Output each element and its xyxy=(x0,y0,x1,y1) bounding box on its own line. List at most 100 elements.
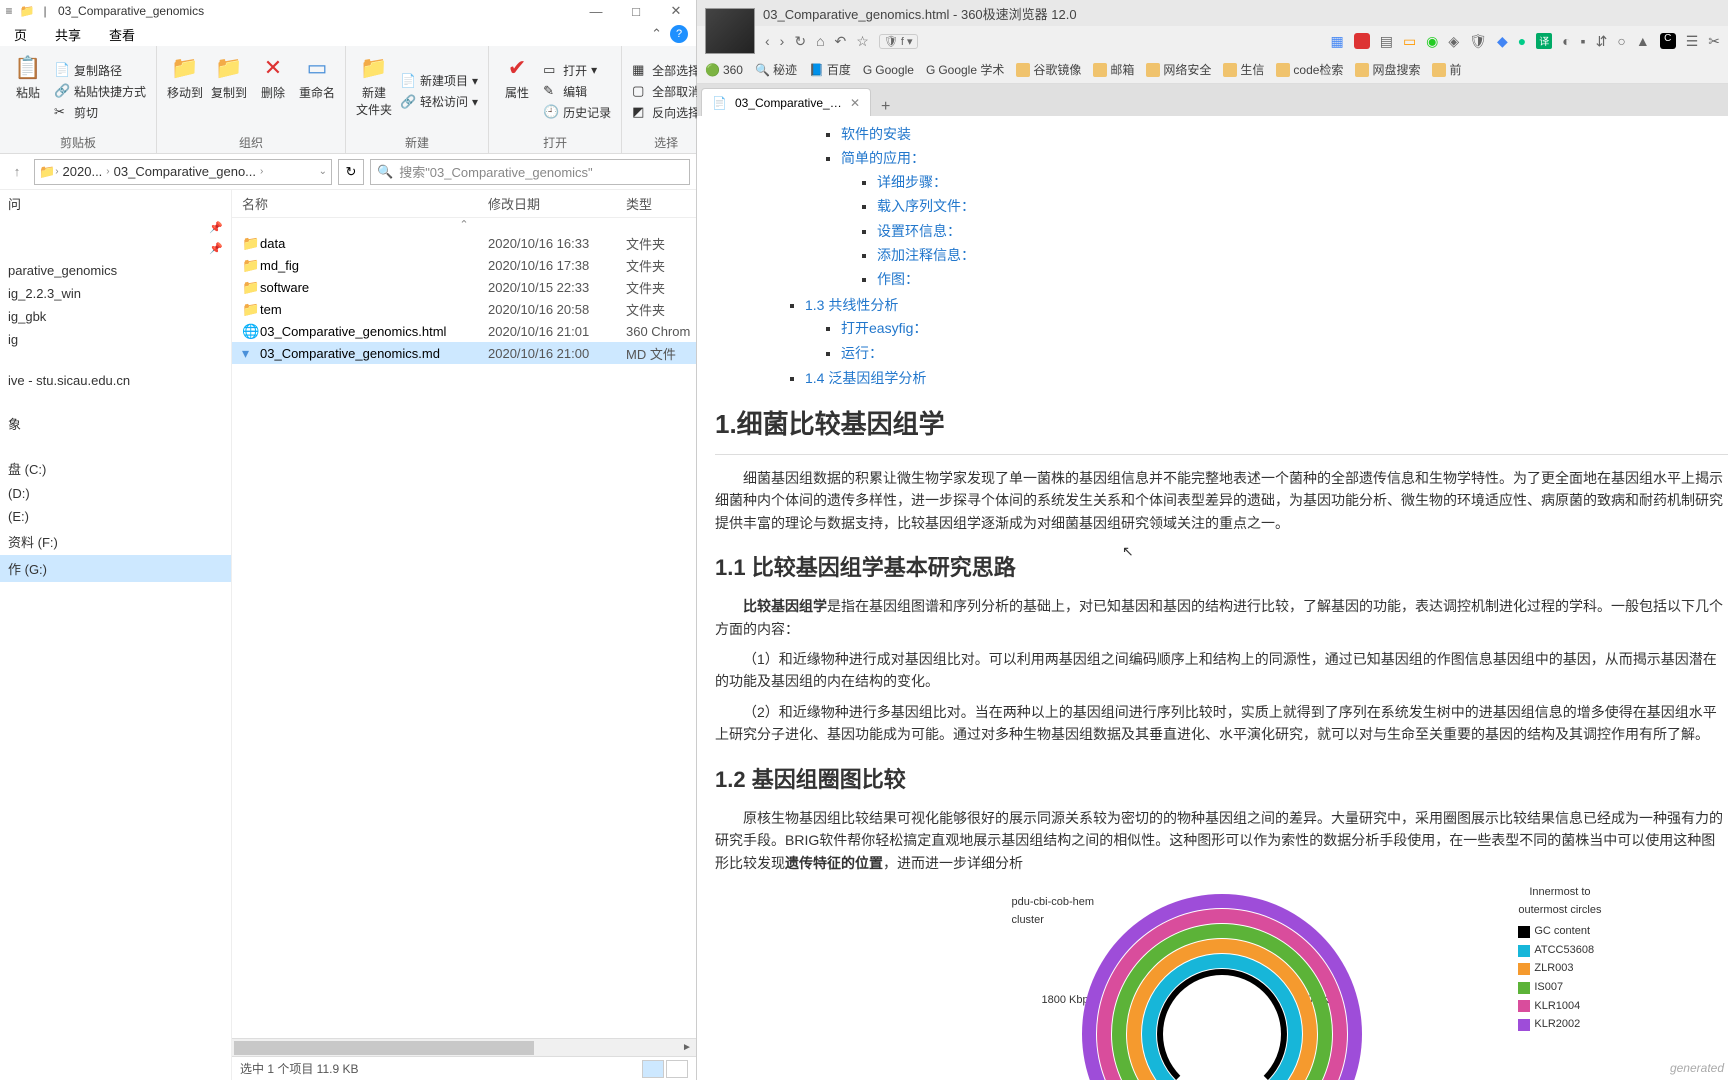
ext-icon[interactable]: ● xyxy=(1518,33,1526,49)
reload-icon[interactable]: ↻ xyxy=(794,33,806,50)
sidebar-item[interactable]: 📌 xyxy=(0,217,231,238)
dropdown-icon[interactable]: ⌄ xyxy=(319,166,327,177)
star-icon[interactable]: ☆ xyxy=(856,33,869,50)
new-item-button[interactable]: 📄新建项目 ▾ xyxy=(400,72,478,89)
toc-link[interactable]: 添加注释信息： xyxy=(877,247,975,263)
invert-select-button[interactable]: ◩反向选择 xyxy=(632,104,700,121)
ext-icon[interactable]: 译 xyxy=(1536,33,1552,49)
toc-link[interactable]: 运行： xyxy=(841,345,883,361)
bookmark-item[interactable]: 邮箱 xyxy=(1093,61,1134,78)
file-row[interactable]: 📁software2020/10/15 22:33文件夹 xyxy=(232,276,696,298)
bookmark-item[interactable]: 前 xyxy=(1432,61,1461,78)
toc-link[interactable]: 打开easyfig： xyxy=(841,320,927,336)
sidebar-item[interactable]: 作 (G:) xyxy=(0,555,231,582)
ext-icon[interactable]: ✂ xyxy=(1708,33,1720,50)
bookmark-item[interactable]: 🔍秘迹 xyxy=(755,61,797,78)
nav-back-icon[interactable]: ‹ xyxy=(765,33,770,49)
ext-icon[interactable]: ◈ xyxy=(1448,33,1459,50)
properties-button[interactable]: ✔属性 xyxy=(495,50,539,132)
ext-icon[interactable]: ☰ xyxy=(1686,33,1699,50)
ext-icon[interactable] xyxy=(1354,33,1370,49)
file-row[interactable]: 📁data2020/10/16 16:33文件夹 xyxy=(232,232,696,254)
sidebar-item[interactable]: (D:) xyxy=(0,482,231,505)
toc-link[interactable]: 详细步骤： xyxy=(877,174,947,190)
minimize-button[interactable]: — xyxy=(576,4,616,19)
sidebar-item[interactable]: ive - stu.sicau.edu.cn xyxy=(0,369,231,392)
sidebar-item[interactable]: (E:) xyxy=(0,505,231,528)
ext-icon[interactable]: ▦ xyxy=(1330,33,1343,50)
sidebar-item[interactable]: 问 xyxy=(0,190,231,217)
bookmark-item[interactable]: 📘百度 xyxy=(809,61,851,78)
avatar[interactable] xyxy=(705,8,755,54)
address-bar[interactable]: 📁 › 2020... › 03_Comparative_geno... › ⌄ xyxy=(34,159,332,185)
search-input[interactable]: 🔍 搜索"03_Comparative_genomics" xyxy=(370,159,690,185)
refresh-button[interactable]: ↻ xyxy=(338,159,364,185)
bookmark-item[interactable]: 网盘搜索 xyxy=(1355,61,1420,78)
scroll-thumb[interactable] xyxy=(234,1041,534,1055)
ext-icon[interactable]: ◆ xyxy=(1497,33,1508,50)
sidebar-item[interactable]: ig_2.2.3_win xyxy=(0,282,231,305)
help-icon[interactable]: ? xyxy=(670,25,688,43)
ext-icon[interactable]: 🛡 xyxy=(1469,33,1487,50)
toc-link[interactable]: 设置环信息： xyxy=(877,223,961,239)
ext-icon[interactable]: ◐ xyxy=(1562,33,1570,49)
sidebar-item[interactable]: 象 xyxy=(0,410,231,437)
ext-icon[interactable]: ○ xyxy=(1617,33,1625,49)
copyto-button[interactable]: 📁复制到 xyxy=(207,50,251,132)
new-tab-button[interactable]: + xyxy=(871,98,900,116)
bookmark-item[interactable]: 网络安全 xyxy=(1146,61,1211,78)
sidebar-item[interactable]: 📌 xyxy=(0,238,231,259)
ext-icon[interactable]: ◉ xyxy=(1426,33,1438,50)
close-tab-icon[interactable]: ✕ xyxy=(850,96,860,110)
ext-icon[interactable]: ⇵ xyxy=(1596,33,1608,50)
file-row[interactable]: ▾03_Comparative_genomics.md2020/10/16 21… xyxy=(232,342,696,364)
file-row[interactable]: 🌐03_Comparative_genomics.html2020/10/16 … xyxy=(232,320,696,342)
sidebar-item[interactable]: parative_genomics xyxy=(0,259,231,282)
ext-icon[interactable]: C xyxy=(1660,33,1676,49)
close-button[interactable]: ✕ xyxy=(656,3,696,19)
bookmark-item[interactable]: code检索 xyxy=(1276,61,1343,78)
tab-view[interactable]: 查看 xyxy=(95,25,149,44)
undo-icon[interactable]: ↶ xyxy=(835,33,847,50)
edit-button[interactable]: ✎编辑 xyxy=(543,83,611,100)
toc-link[interactable]: 简单的应用： xyxy=(841,150,925,166)
paste-button[interactable]: 📋粘贴 xyxy=(6,50,50,132)
easy-access-button[interactable]: 🔗轻松访问 ▾ xyxy=(400,93,478,110)
sidebar-item[interactable]: 资料 (F:) xyxy=(0,528,231,555)
toc-link[interactable]: 软件的安装 xyxy=(841,126,911,142)
copy-path-button[interactable]: 📄复制路径 xyxy=(54,62,146,79)
select-all-button[interactable]: ▦全部选择 xyxy=(632,62,700,79)
paste-shortcut-button[interactable]: 🔗粘贴快捷方式 xyxy=(54,83,146,100)
history-button[interactable]: 🕘历史记录 xyxy=(543,104,611,121)
toc-link[interactable]: 作图： xyxy=(877,271,919,287)
tab-share[interactable]: 共享 xyxy=(41,25,95,44)
moveto-button[interactable]: 📁移动到 xyxy=(163,50,207,132)
collapse-ribbon-icon[interactable]: ⌃ xyxy=(643,26,670,42)
home-icon[interactable]: ⌂ xyxy=(816,33,824,49)
tab-home[interactable]: 页 xyxy=(0,25,41,44)
nav-up-icon[interactable]: ↑ xyxy=(6,161,28,183)
select-none-button[interactable]: ▢全部取消 xyxy=(632,83,700,100)
horizontal-scrollbar[interactable]: ◄ ► xyxy=(232,1038,696,1056)
scroll-right-icon[interactable]: ► xyxy=(678,1039,696,1057)
bookmark-item[interactable]: GGoogle xyxy=(863,63,914,77)
rename-button[interactable]: ▭重命名 xyxy=(295,50,339,132)
ext-icon[interactable]: ▪ xyxy=(1581,33,1586,49)
ext-icon[interactable]: ▤ xyxy=(1380,33,1393,50)
view-details-button[interactable] xyxy=(642,1060,664,1078)
col-name[interactable]: 名称 xyxy=(242,194,488,213)
shield-icon[interactable]: 🛡 f ▾ xyxy=(879,34,918,49)
sidebar-item[interactable]: ig_gbk xyxy=(0,305,231,328)
cut-button[interactable]: ✂剪切 xyxy=(54,104,146,121)
toc-link[interactable]: 载入序列文件： xyxy=(877,198,975,214)
file-row[interactable]: 📁md_fig2020/10/16 17:38文件夹 xyxy=(232,254,696,276)
col-date[interactable]: 修改日期 xyxy=(488,194,626,213)
col-type[interactable]: 类型 xyxy=(626,194,696,213)
bookmark-item[interactable]: 谷歌镜像 xyxy=(1016,61,1081,78)
ext-icon[interactable]: ▲ xyxy=(1636,33,1650,49)
sidebar-item[interactable]: 盘 (C:) xyxy=(0,455,231,482)
sidebar-item[interactable]: ig xyxy=(0,328,231,351)
delete-button[interactable]: ✕删除 xyxy=(251,50,295,132)
bookmark-item[interactable]: 生信 xyxy=(1223,61,1264,78)
bookmark-item[interactable]: GGoogle 学术 xyxy=(926,61,1004,78)
